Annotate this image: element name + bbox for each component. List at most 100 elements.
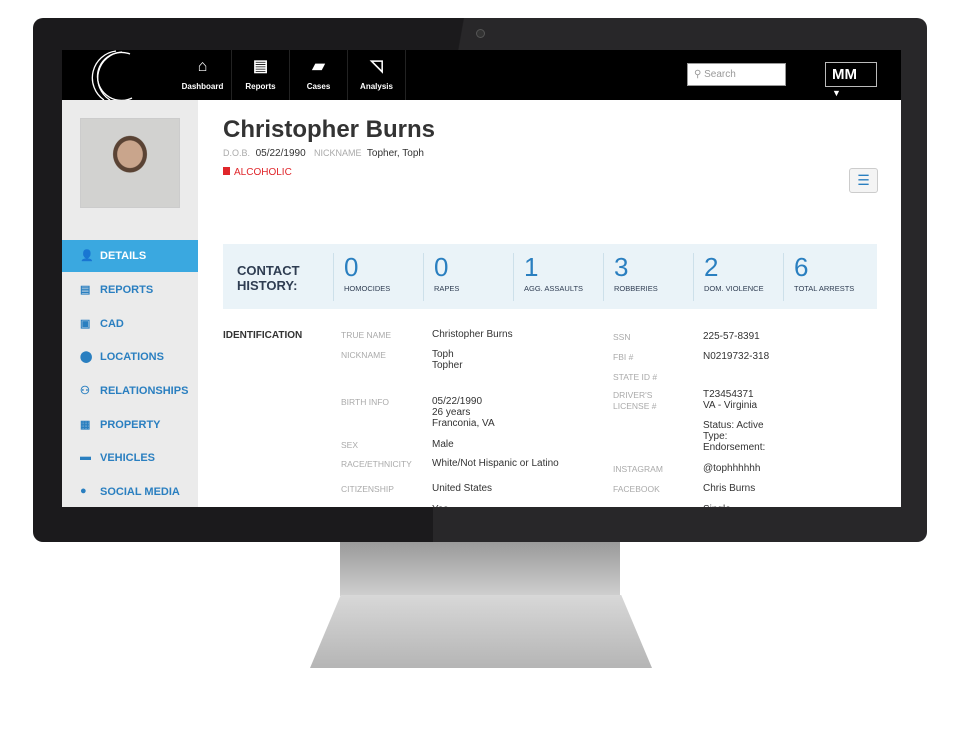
person-meta: D.O.B. 05/22/1990 NICKNAME Topher, Toph xyxy=(223,148,424,159)
search-icon: ⚲ xyxy=(694,69,705,80)
field-value: 225-57-8391 xyxy=(703,331,760,342)
top-header: ⌂ Dashboard ▤ Reports ▰ Cases ◹ Analysis ⚲ S… xyxy=(62,50,901,100)
dob-value: 05/22/1990 xyxy=(255,148,306,159)
nav-analysis[interactable]: ◹ Analysis xyxy=(348,50,406,100)
sidebar-item-vehicles[interactable]: ▬ VEHICLES xyxy=(62,442,198,474)
main-nav: ⌂ Dashboard ▤ Reports ▰ Cases ◹ Analysis xyxy=(174,50,406,100)
field-label: TRUE NAME xyxy=(341,330,392,340)
menu-button[interactable]: ☰ xyxy=(849,168,878,193)
stat-label: AGG. ASSAULTS xyxy=(524,284,584,293)
field-value: United States xyxy=(432,483,493,494)
people-icon: ⚇ xyxy=(80,385,90,397)
stat-label: DOM. VIOLENCE xyxy=(704,284,764,293)
field-label: NICKNAME xyxy=(341,350,386,360)
cad-icon: ▣ xyxy=(80,318,91,330)
monitor-stand-neck xyxy=(340,542,620,596)
sidebar-item-reports[interactable]: ▤ REPORTS xyxy=(62,274,198,306)
nav-label: Reports xyxy=(245,82,276,91)
field-value: White/Not Hispanic or Latino xyxy=(432,458,559,469)
document-icon: ▤ xyxy=(252,58,269,75)
webcam xyxy=(476,29,485,38)
field-label: CITIZENSHIP xyxy=(341,484,394,494)
social-icon: ● xyxy=(80,485,87,497)
field-value: 05/22/1990 26 years Franconia, VA xyxy=(432,396,495,429)
hamburger-icon: ☰ xyxy=(857,172,870,188)
field-value: Toph Topher xyxy=(432,349,463,371)
nav-cases[interactable]: ▰ Cases xyxy=(290,50,348,100)
nav-label: Dashboard xyxy=(181,82,224,91)
sidebar-label: SOCIAL MEDIA xyxy=(100,486,180,498)
stat-rapes[interactable]: 0 RAPES xyxy=(423,253,513,301)
sidebar-label: LOCATIONS xyxy=(100,351,164,363)
field-value: @tophhhhhh xyxy=(703,463,761,474)
stat-value: 0 xyxy=(434,252,449,282)
nickname-value: Topher, Toph xyxy=(366,148,424,159)
field-label: FACEBOOK xyxy=(613,484,660,494)
stat-label: TOTAL ARRESTS xyxy=(794,284,855,293)
nav-label: Cases xyxy=(306,82,331,91)
sidebar-item-relationships[interactable]: ⚇ RELATIONSHIPS xyxy=(62,375,198,407)
sidebar-item-details[interactable]: 👤 DETAILS xyxy=(62,240,198,272)
stat-homocides[interactable]: 0 HOMOCIDES xyxy=(333,253,423,301)
stat-agg-assaults[interactable]: 1 AGG. ASSAULTS xyxy=(513,253,603,301)
home-icon: ⌂ xyxy=(197,58,208,75)
stat-value: 6 xyxy=(794,252,809,282)
field-value: Status: Active Type: Endorsement: xyxy=(703,420,766,453)
document-icon: ▤ xyxy=(80,284,91,296)
field-label: MARITAL STATUS xyxy=(613,505,649,507)
app-logo[interactable] xyxy=(82,50,146,100)
stat-label: HOMOCIDES xyxy=(344,284,391,293)
person-photo xyxy=(80,118,180,208)
field-value: Christopher Burns xyxy=(432,329,513,340)
box-icon: ▦ xyxy=(80,419,91,431)
field-label: FBI # xyxy=(613,352,634,362)
stat-label: RAPES xyxy=(434,284,460,293)
folder-icon: ▰ xyxy=(312,58,325,75)
sidebar-label: CAD xyxy=(100,318,124,330)
sidebar-label: PROPERTY xyxy=(100,419,161,431)
sidebar-item-social-media[interactable]: ● SOCIAL MEDIA xyxy=(62,476,198,507)
stat-label: ROBBERIES xyxy=(614,284,658,293)
stat-dom-violence[interactable]: 2 DOM. VIOLENCE xyxy=(693,253,783,301)
field-label: STATE ID # xyxy=(613,372,658,382)
field-value: T23454371 VA - Virginia xyxy=(703,389,758,411)
stat-total-arrests[interactable]: 6 TOTAL ARRESTS xyxy=(783,253,873,301)
field-label: SSN xyxy=(613,332,631,342)
nav-reports[interactable]: ▤ Reports xyxy=(232,50,290,100)
search-input[interactable]: ⚲ Search xyxy=(687,63,786,86)
person-name: Christopher Burns xyxy=(223,116,436,143)
sidebar-item-property[interactable]: ▦ PROPERTY xyxy=(62,409,198,441)
alert-flag: ALCOHOLIC xyxy=(223,167,292,178)
stat-robberies[interactable]: 3 ROBBERIES xyxy=(603,253,693,301)
monitor-stand-base xyxy=(310,595,652,668)
field-label: SEX xyxy=(341,440,359,450)
field-label: RESIDENT OF JURSIDICTION xyxy=(341,505,401,507)
stat-value: 0 xyxy=(344,252,359,282)
nickname-label: NICKNAME xyxy=(313,148,362,158)
user-initials: MM xyxy=(832,66,857,83)
title-line: HISTORY: xyxy=(237,278,298,293)
field-value: N0219732-318 xyxy=(703,351,770,362)
field-label: INSTAGRAM xyxy=(613,464,663,474)
dob-label: D.O.B. xyxy=(223,148,251,158)
title-line: CONTACT xyxy=(237,263,300,278)
sidebar: 👤 DETAILS ▤ REPORTS ▣ CAD ⬤ LOCATIONS ⚇ RELAT… xyxy=(62,100,198,507)
sidebar-label: VEHICLES xyxy=(100,452,156,464)
field-label: DRIVER'S LICENSE # xyxy=(613,390,657,411)
sidebar-item-cad[interactable]: ▣ CAD xyxy=(62,308,198,340)
field-value: Male xyxy=(432,439,454,450)
chevron-down-icon: ▼ xyxy=(832,88,841,98)
car-icon: ▬ xyxy=(80,451,91,463)
app-screen: ⌂ Dashboard ▤ Reports ▰ Cases ◹ Analysis ⚲ S… xyxy=(62,50,901,507)
contact-history: CONTACT HISTORY: 0 HOMOCIDES 0 RAPES 1 AGG. AS… xyxy=(223,244,877,309)
sidebar-item-locations[interactable]: ⬤ LOCATIONS xyxy=(62,341,198,373)
user-menu[interactable]: MM ▼ xyxy=(825,62,877,98)
field-value: Yes xyxy=(432,504,448,507)
field-label: RACE/ETHNICITY xyxy=(341,459,412,469)
stat-value: 1 xyxy=(524,252,539,282)
search-placeholder: Search xyxy=(704,69,736,80)
stat-value: 2 xyxy=(704,252,719,282)
field-label: BIRTH INFO xyxy=(341,397,390,407)
nav-dashboard[interactable]: ⌂ Dashboard xyxy=(174,50,232,100)
nav-label: Analysis xyxy=(360,82,393,91)
